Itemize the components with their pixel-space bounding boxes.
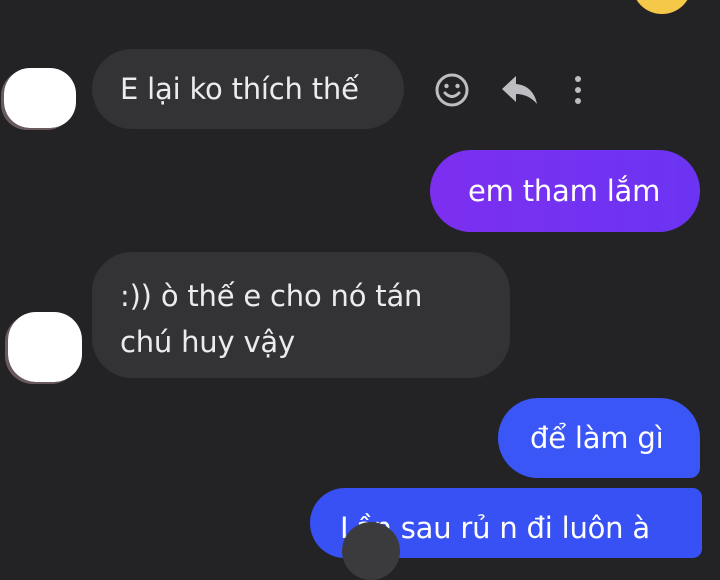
avatar[interactable] (4, 68, 76, 128)
message-text: để làm gì (530, 421, 664, 455)
message-text: E lại ko thích thế (120, 72, 359, 106)
message-bubble-outgoing[interactable]: để làm gì (498, 398, 700, 478)
more-icon (575, 76, 581, 104)
more-options-button[interactable] (564, 66, 592, 114)
message-bubble-outgoing[interactable]: em tham lắm (430, 150, 700, 232)
message-text-line: chú huy vậy (120, 325, 295, 359)
emoji-react-button[interactable] (428, 66, 476, 114)
message-bubble-incoming[interactable]: E lại ko thích thế (92, 49, 404, 129)
emoji-icon (435, 73, 469, 107)
reply-icon (502, 76, 537, 104)
avatar-shadow (4, 68, 76, 128)
reaction-emoji-icon (624, 0, 696, 30)
message-bubble-incoming[interactable]: :)) ò thế e cho nó tán chú huy vậy (92, 252, 510, 378)
reply-button[interactable] (496, 66, 544, 114)
avatar-shadow (8, 312, 82, 382)
message-text-line: :)) ò thế e cho nó tán (120, 279, 423, 313)
scroll-to-bottom-button[interactable] (342, 522, 400, 580)
message-text: em tham lắm (468, 174, 661, 208)
avatar[interactable] (8, 312, 82, 382)
message-actions (428, 66, 592, 114)
